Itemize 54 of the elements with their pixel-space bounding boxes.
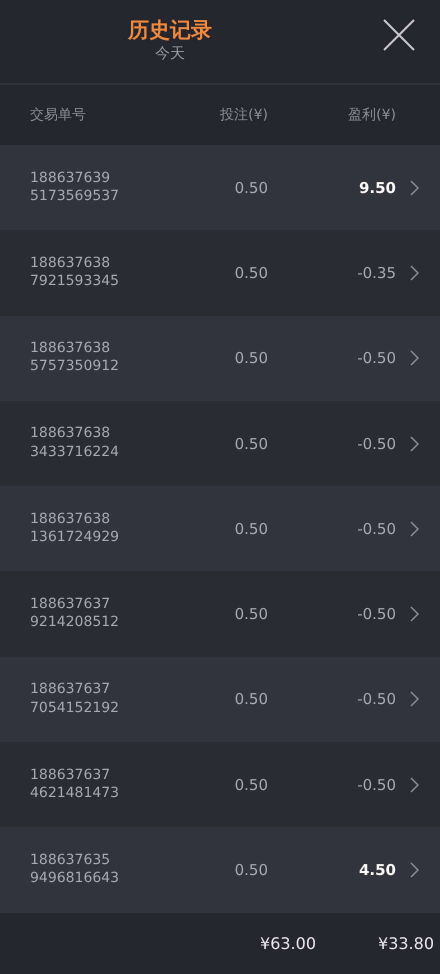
order-number: 188637638 1361724929	[30, 510, 120, 546]
table-row[interactable]: 188637638 1361724929 0.50 -0.50	[0, 486, 440, 572]
profit-amount: -0.50	[357, 690, 396, 708]
close-button[interactable]	[382, 18, 416, 52]
order-number: 188637639 5173569537	[30, 168, 120, 205]
profit-amount: -0.50	[357, 520, 396, 538]
chevron-right-icon	[410, 180, 419, 196]
table-row[interactable]: 188637639 5173569537 0.50 9.50	[0, 145, 440, 230]
stake-amount: 0.50	[234, 349, 268, 368]
stake-amount: 0.50	[234, 264, 268, 282]
date-subtitle: 今天	[155, 42, 185, 64]
order-number: 188637637 7054152192	[30, 680, 120, 717]
table-row[interactable]: 188637638 5757350912 0.50 -0.50	[0, 316, 440, 401]
stake-amount: 0.50	[234, 690, 268, 708]
table-row[interactable]: 188637638 7921593345 0.50 -0.35	[0, 230, 440, 316]
order-number: 188637635 9496816643	[30, 850, 120, 888]
chevron-right-icon	[410, 520, 419, 537]
total-stake: ¥63.00	[260, 934, 316, 953]
column-header: 盈利(¥)	[348, 106, 396, 122]
chevron-right-icon	[410, 350, 419, 366]
order-number: 188637637 4621481473	[30, 766, 120, 802]
chevron-right-icon	[410, 436, 419, 452]
table-row[interactable]: 188637635 9496816643 0.50 4.50	[0, 827, 440, 913]
profit-amount: -0.50	[357, 434, 396, 453]
stake-amount: 0.50	[234, 520, 268, 538]
close-icon	[382, 18, 416, 52]
profit-amount: -0.50	[357, 776, 396, 794]
order-number: 188637637 9214208512	[30, 595, 120, 632]
order-number: 188637638 3433716224	[30, 424, 120, 461]
stake-amount: 0.50	[234, 776, 268, 794]
profit-amount: -0.50	[357, 605, 396, 624]
chevron-right-icon	[410, 606, 419, 622]
table-row[interactable]: 188637637 7054152192 0.50 -0.50	[0, 656, 440, 742]
order-number: 188637638 5757350912	[30, 339, 120, 376]
column-header: 交易单号	[30, 106, 86, 122]
table-row[interactable]: 188637637 9214208512 0.50 -0.50	[0, 571, 440, 657]
stake-amount: 0.50	[234, 178, 268, 197]
stake-amount: 0.50	[234, 861, 268, 880]
column-header: 投注(¥)	[220, 106, 268, 122]
page-title: 历史记录	[128, 18, 212, 42]
stake-amount: 0.50	[234, 605, 268, 624]
chevron-right-icon	[410, 776, 419, 793]
table-row[interactable]: 188637637 4621481473 0.50 -0.50	[0, 742, 440, 828]
chevron-right-icon	[410, 264, 419, 281]
chevron-right-icon	[410, 862, 419, 878]
order-number: 188637638 7921593345	[30, 254, 120, 290]
chevron-right-icon	[410, 691, 419, 708]
profit-amount: 9.50	[358, 178, 396, 197]
profit-amount: -0.50	[357, 349, 396, 368]
stake-amount: 0.50	[234, 434, 268, 453]
total-profit: ¥33.80	[378, 934, 434, 953]
profit-amount: -0.35	[357, 264, 396, 282]
table-row[interactable]: 188637638 3433716224 0.50 -0.50	[0, 400, 440, 486]
profit-amount: 4.50	[358, 861, 396, 880]
